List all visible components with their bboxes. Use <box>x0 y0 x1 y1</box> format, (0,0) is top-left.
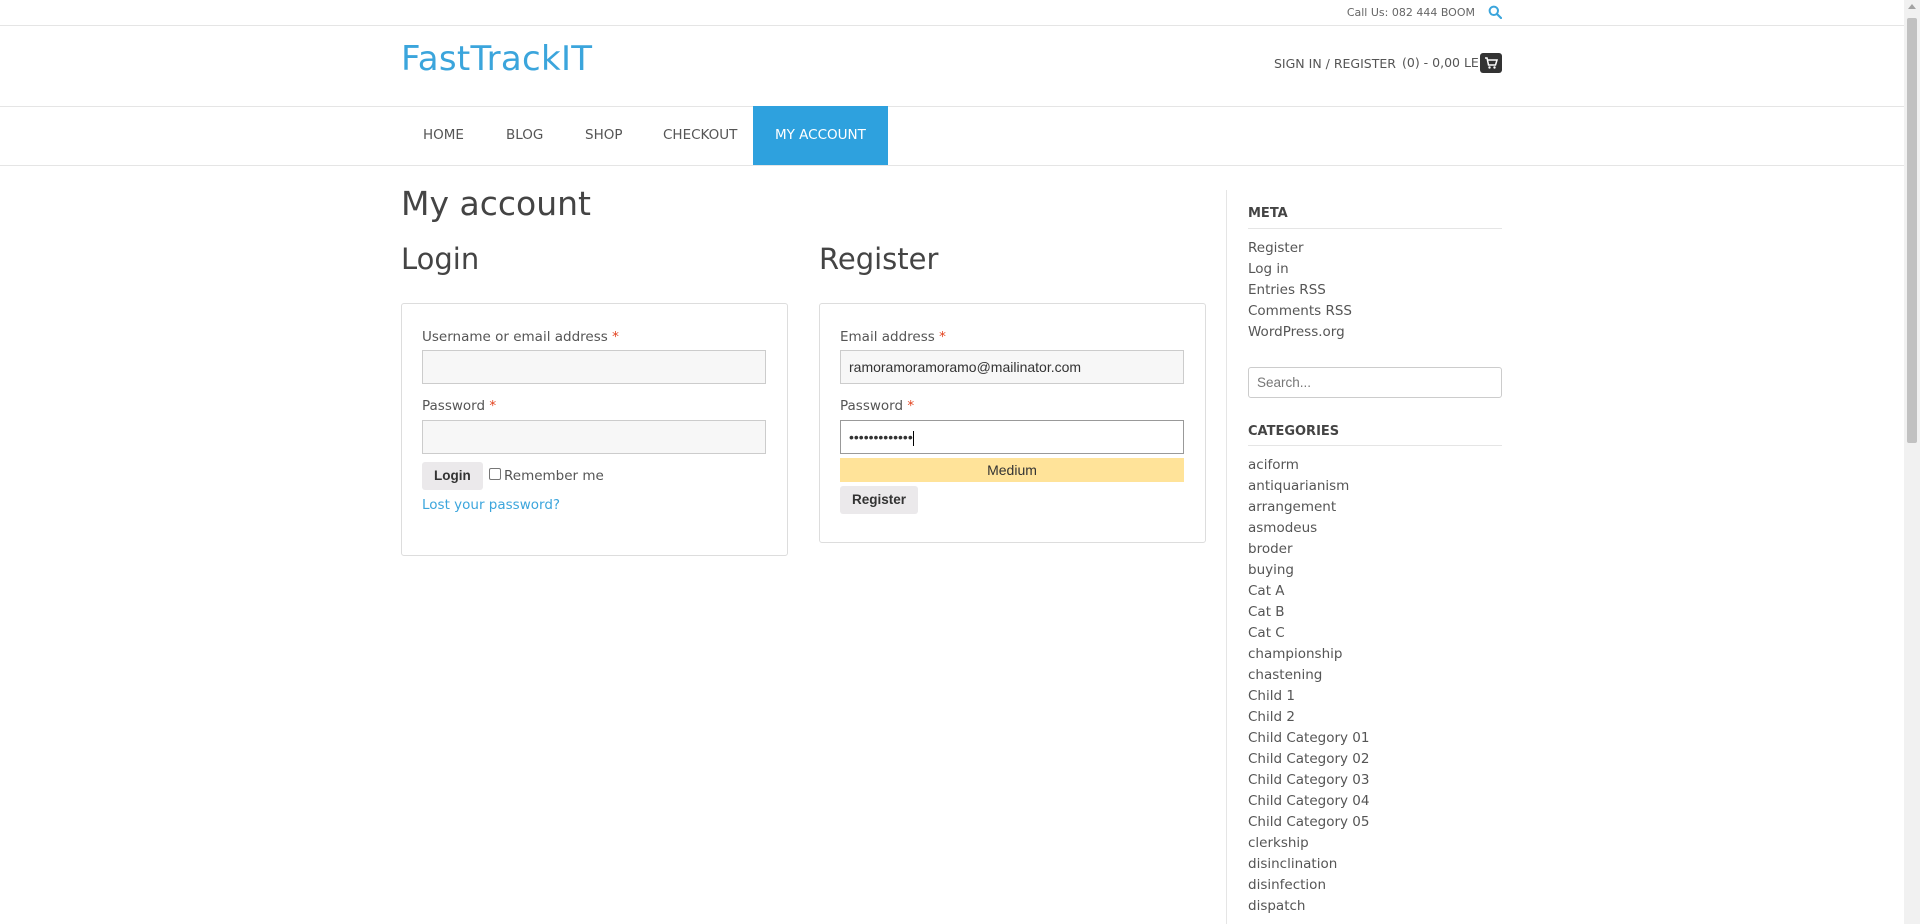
category-link[interactable]: buying <box>1248 562 1294 578</box>
register-title: Register <box>819 242 939 276</box>
meta-comments-rss-link[interactable]: Comments RSS <box>1248 303 1352 319</box>
category-link[interactable]: clerkship <box>1248 835 1309 851</box>
site-logo[interactable]: FastTrackIT <box>401 39 592 79</box>
sidebar-search-input[interactable]: Search... <box>1248 367 1502 398</box>
cart-icon[interactable] <box>1480 53 1502 73</box>
page-scrollbar[interactable] <box>1904 0 1920 924</box>
username-label: Username or email address * <box>422 329 619 345</box>
page-title: My account <box>401 184 591 223</box>
lost-password-link[interactable]: Lost your password? <box>422 497 560 513</box>
call-us-text: Call Us: 082 444 BOOM <box>1346 6 1475 19</box>
category-link[interactable]: aciform <box>1248 457 1299 473</box>
login-password-input[interactable] <box>422 420 766 454</box>
meta-login-link[interactable]: Log in <box>1248 261 1289 277</box>
login-password-label: Password * <box>422 398 497 414</box>
category-link[interactable]: Child Category 03 <box>1248 772 1369 788</box>
category-link[interactable]: Cat A <box>1248 583 1285 599</box>
scroll-up-arrow-icon[interactable] <box>1908 4 1916 9</box>
category-link[interactable]: Child 1 <box>1248 688 1295 704</box>
categories-widget-title: CATEGORIES <box>1248 424 1340 439</box>
category-link[interactable]: Child Category 01 <box>1248 730 1369 746</box>
nav-my-account[interactable]: MY ACCOUNT <box>753 106 888 165</box>
category-link[interactable]: antiquarianism <box>1248 478 1349 494</box>
nav-shop[interactable]: SHOP <box>563 106 645 165</box>
meta-register-link[interactable]: Register <box>1248 240 1304 256</box>
nav-blog[interactable]: BLOG <box>484 106 565 165</box>
login-form: Username or email address * Password * L… <box>401 303 788 556</box>
login-title: Login <box>401 242 480 276</box>
remember-me-label[interactable]: Remember me <box>504 468 604 484</box>
category-link[interactable]: arrangement <box>1248 499 1336 515</box>
category-link[interactable]: disinclination <box>1248 856 1337 872</box>
category-link[interactable]: broder <box>1248 541 1293 557</box>
category-link[interactable]: Child Category 04 <box>1248 793 1369 809</box>
main-navigation: HOME BLOG SHOP CHECKOUT MY ACCOUNT <box>0 106 1904 166</box>
category-link[interactable]: championship <box>1248 646 1342 662</box>
top-bar: Call Us: 082 444 BOOM <box>0 0 1904 26</box>
remember-me-checkbox[interactable] <box>489 468 501 480</box>
email-input[interactable]: ramoramoramoramo@mailinator.com <box>840 350 1184 384</box>
category-link[interactable]: disinfection <box>1248 877 1326 893</box>
register-button[interactable]: Register <box>840 486 919 514</box>
register-password-input[interactable]: ••••••••••••• <box>840 420 1184 454</box>
category-link[interactable]: Cat B <box>1248 604 1285 620</box>
username-input[interactable] <box>422 350 766 384</box>
register-password-label: Password * <box>840 398 915 414</box>
meta-wordpress-link[interactable]: WordPress.org <box>1248 324 1345 340</box>
register-form: Email address * ramoramoramoramo@mailina… <box>819 303 1206 543</box>
meta-widget-title: META <box>1248 206 1288 221</box>
search-icon[interactable] <box>1488 5 1502 19</box>
email-label: Email address * <box>840 329 946 345</box>
meta-title-rule <box>1248 228 1502 229</box>
nav-checkout[interactable]: CHECKOUT <box>641 106 759 165</box>
scrollbar-thumb[interactable] <box>1907 18 1917 443</box>
category-link[interactable]: Child 2 <box>1248 709 1295 725</box>
nav-home[interactable]: HOME <box>401 106 486 165</box>
category-link[interactable]: Child Category 02 <box>1248 751 1369 767</box>
site-header: FastTrackIT SIGN IN / REGISTER (0) - 0,0… <box>0 26 1904 107</box>
category-link[interactable]: asmodeus <box>1248 520 1317 536</box>
categories-title-rule <box>1248 445 1502 446</box>
password-strength-meter: Medium <box>840 458 1184 482</box>
cart-total-link[interactable]: (0) - 0,00 LEI <box>1402 55 1483 70</box>
category-link[interactable]: Cat C <box>1248 625 1285 641</box>
login-button[interactable]: Login <box>422 462 483 490</box>
category-link[interactable]: chastening <box>1248 667 1322 683</box>
sidebar-divider <box>1226 190 1227 924</box>
category-link[interactable]: Child Category 05 <box>1248 814 1369 830</box>
category-link[interactable]: dispatch <box>1248 898 1305 914</box>
sign-in-register-link[interactable]: SIGN IN / REGISTER <box>1274 56 1396 71</box>
meta-entries-rss-link[interactable]: Entries RSS <box>1248 282 1326 298</box>
